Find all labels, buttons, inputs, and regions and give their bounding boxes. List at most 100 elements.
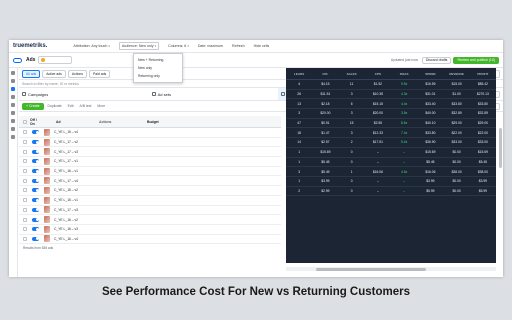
row-checkbox[interactable] <box>19 140 30 145</box>
audience-menu[interactable]: Audience: New only ▾ <box>118 42 160 50</box>
table-row[interactable]: C_YE L_17 – v1 <box>19 157 281 167</box>
option-new-returning[interactable]: New + Returning <box>134 56 182 64</box>
row-checkbox[interactable] <box>19 169 30 174</box>
ads-manager-header: Ads Updated just now Discard drafts Revi… <box>9 53 503 68</box>
row-checkbox[interactable] <box>19 227 30 232</box>
ad-name[interactable]: C_YE L_16 – v3 <box>53 227 99 231</box>
discard-label: Discard drafts <box>425 58 448 62</box>
tab-campaigns[interactable]: Campaigns <box>19 88 149 100</box>
row-toggle[interactable] <box>30 169 41 174</box>
nav-bell-icon[interactable] <box>11 111 15 115</box>
table-row[interactable]: C_YE L_16 – v2 <box>19 215 281 225</box>
active-ads-filter[interactable]: Active ads <box>42 69 66 78</box>
all-ads-filter[interactable]: All ads <box>22 69 41 78</box>
header-budget[interactable]: Budget <box>147 120 281 124</box>
table-row[interactable]: C_YE L_17 – v2 <box>19 138 281 148</box>
table-row[interactable]: C_YE L_17 – v4 <box>19 176 281 187</box>
ad-name[interactable]: C_YE L_15 – v1 <box>53 198 99 202</box>
option-returning-only[interactable]: Returning only <box>134 72 182 80</box>
columns-menu[interactable]: Columns: 6 ▾ <box>168 44 189 48</box>
discard-drafts-button[interactable]: Discard drafts <box>421 56 452 64</box>
row-checkbox[interactable] <box>19 188 30 193</box>
row-checkbox[interactable] <box>19 130 30 135</box>
ad-name[interactable]: C_YE L_16 – v4 <box>53 237 99 241</box>
row-checkbox[interactable] <box>19 149 30 154</box>
option-new-only[interactable]: New only <box>134 64 182 72</box>
metric-header[interactable]: ROAS <box>391 72 417 76</box>
row-toggle[interactable] <box>30 207 41 212</box>
metric-header[interactable]: REVENUE <box>444 72 470 76</box>
nav-home-icon[interactable] <box>11 71 15 75</box>
row-toggle[interactable] <box>30 236 41 241</box>
row-toggle[interactable] <box>30 130 41 135</box>
horizontal-scrollbar[interactable] <box>286 267 496 271</box>
table-row[interactable]: C_YE L_15 – v1 <box>19 196 281 206</box>
table-row[interactable]: C_YE L_15 – v4 <box>19 128 281 138</box>
ad-name[interactable]: C_YE L_17 – v4 <box>53 179 99 183</box>
row-toggle[interactable] <box>30 178 41 183</box>
metric-header[interactable]: CPS <box>365 72 391 76</box>
header-actions[interactable]: Actions <box>99 120 147 124</box>
nav-calendar-icon[interactable] <box>11 127 15 131</box>
scroll-thumb[interactable] <box>316 267 426 271</box>
ad-name[interactable]: C_YE L_17 – v3 <box>53 150 99 154</box>
table-row[interactable]: C_YE L_17 – v3 <box>19 206 281 216</box>
ad-name[interactable]: C_YE L_15 – v2 <box>53 188 99 192</box>
paid-ads-filter[interactable]: Paid ads <box>88 69 111 78</box>
nav-user-icon[interactable] <box>11 79 15 83</box>
more-button[interactable]: More <box>95 104 107 108</box>
hide-cells-button[interactable]: Hide cells <box>254 44 270 48</box>
actions-filter[interactable]: Actions <box>67 69 87 78</box>
refresh-button[interactable]: Refresh <box>232 44 245 48</box>
row-checkbox[interactable] <box>19 236 30 241</box>
edit-button[interactable]: Edit <box>66 104 76 108</box>
chevron-down-icon: ▾ <box>108 44 110 48</box>
attribution-menu[interactable]: Attribution: Any touch ▾ <box>73 44 109 48</box>
row-checkbox[interactable] <box>19 217 30 222</box>
row-toggle[interactable] <box>30 149 41 154</box>
nav-settings-icon[interactable] <box>11 135 15 139</box>
metric-header[interactable]: PROFIT <box>470 72 496 76</box>
metric-header[interactable]: CPL <box>312 72 338 76</box>
tab-adsets[interactable]: Ad sets <box>149 88 279 100</box>
nav-ads-manager-icon[interactable] <box>11 87 15 91</box>
row-toggle[interactable] <box>30 188 41 193</box>
nav-chart-icon[interactable] <box>11 103 15 107</box>
metric-header[interactable]: SPEND <box>417 72 443 76</box>
table-row[interactable]: C_YE L_17 – v3 <box>19 147 281 158</box>
metric-header[interactable]: LEADS <box>286 72 312 76</box>
create-button[interactable]: + Create <box>22 102 44 110</box>
metric-header[interactable]: SALES <box>339 72 365 76</box>
row-toggle[interactable] <box>30 140 41 145</box>
vertical-scrollbar[interactable] <box>499 128 502 168</box>
row-checkbox[interactable] <box>19 159 30 164</box>
nav-grid-icon[interactable] <box>11 95 15 99</box>
ad-name[interactable]: C_YE L_16 – v1 <box>53 169 99 173</box>
ab-test-button[interactable]: A/B test <box>78 104 94 108</box>
nav-list-icon[interactable] <box>11 119 15 123</box>
account-selector[interactable] <box>38 56 73 64</box>
ad-thumbnail <box>41 177 53 185</box>
row-checkbox[interactable] <box>19 207 30 212</box>
row-toggle[interactable] <box>30 217 41 222</box>
date-menu[interactable]: Date: maximum <box>198 44 223 48</box>
row-toggle[interactable] <box>30 159 41 164</box>
ad-name[interactable]: C_YE L_17 – v3 <box>53 208 99 212</box>
metric-cell: $36.90 <box>425 140 436 145</box>
table-row[interactable]: C_YE L_16 – v3 <box>19 225 281 235</box>
duplicate-button[interactable]: Duplicate <box>46 104 64 108</box>
ad-name[interactable]: C_YE L_15 – v4 <box>53 130 99 134</box>
row-toggle[interactable] <box>30 227 41 232</box>
table-row[interactable]: C_YE L_16 – v1 <box>19 167 281 177</box>
row-checkbox[interactable] <box>19 178 30 183</box>
ad-name[interactable]: C_YE L_16 – v2 <box>53 218 99 222</box>
select-all-checkbox[interactable] <box>19 119 30 124</box>
row-toggle[interactable] <box>30 198 41 203</box>
ad-name[interactable]: C_YE L_17 – v1 <box>53 159 99 163</box>
review-publish-button[interactable]: Review and publish (10) <box>453 56 499 64</box>
row-checkbox[interactable] <box>19 198 30 203</box>
ad-name[interactable]: C_YE L_17 – v2 <box>53 140 99 144</box>
table-row[interactable]: C_YE L_15 – v2 <box>19 186 281 196</box>
table-row[interactable]: C_YE L_16 – v4 <box>19 235 281 245</box>
header-ad[interactable]: Ad <box>53 120 99 124</box>
